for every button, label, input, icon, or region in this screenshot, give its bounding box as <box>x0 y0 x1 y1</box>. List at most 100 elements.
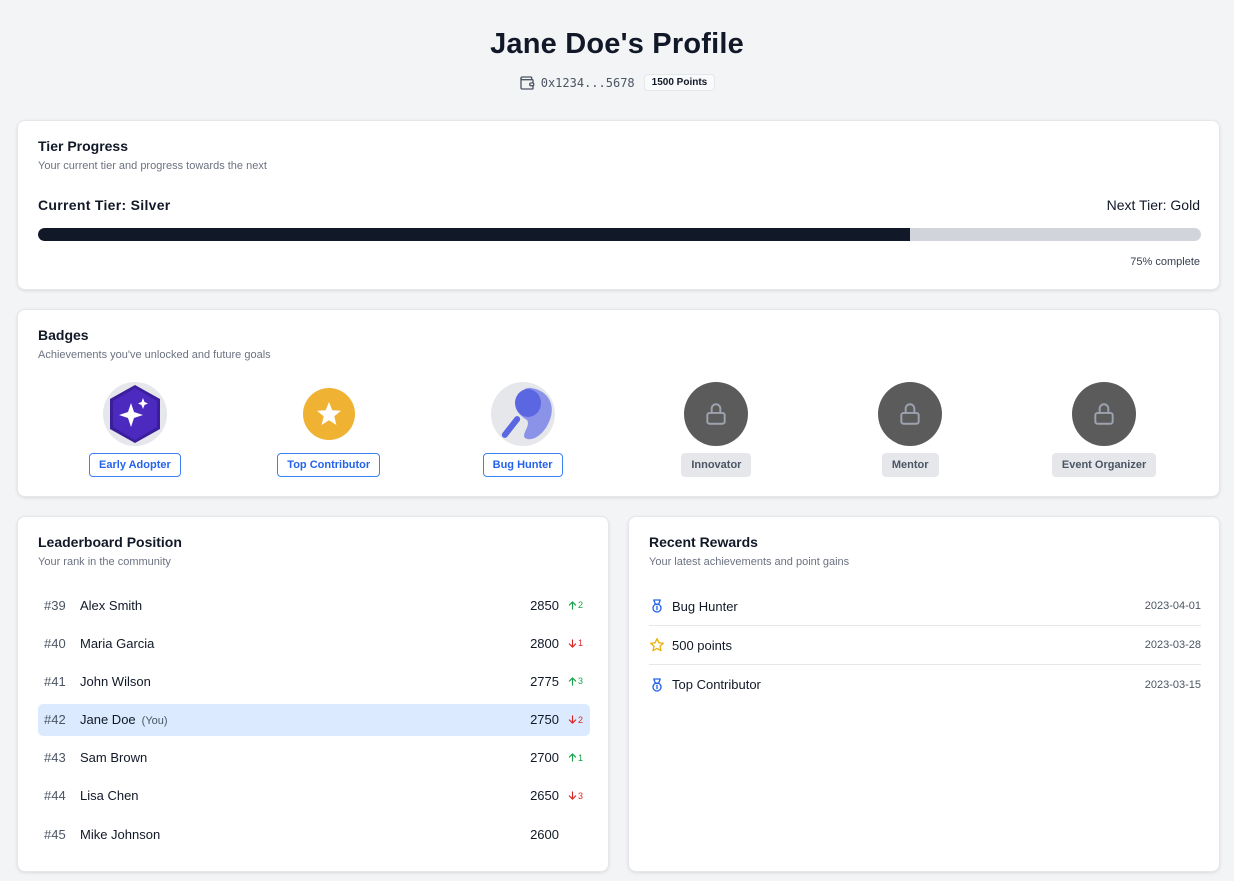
reward-item[interactable]: Bug Hunter 2023-04-01 <box>649 587 1201 626</box>
reward-date: 2023-03-15 <box>1144 678 1201 691</box>
leaderboard-row[interactable]: #45 Mike Johnson 2600 <box>38 818 590 850</box>
next-tier-label: Next Tier: Gold <box>1106 197 1200 213</box>
leaderboard-name-text: Alex Smith <box>80 597 143 613</box>
leaderboard-score: 2700 <box>530 750 559 766</box>
arrow-down-icon <box>568 715 577 724</box>
badge-label: Bug Hunter <box>482 453 563 477</box>
arrow-down-icon <box>568 791 577 801</box>
arrow-down-icon <box>568 639 577 648</box>
profile-header: Jane Doe's Profile 0x1234...5678 1500 Po… <box>0 28 1234 91</box>
leaderboard-name: John Wilson <box>80 674 530 689</box>
leaderboard-row[interactable]: #40 Maria Garcia 2800 1 <box>38 627 590 659</box>
reward-name: Bug Hunter <box>672 598 738 614</box>
leaderboard-row-you[interactable]: #42 Jane Doe (You) 2750 2 <box>38 703 590 736</box>
badge-label: Event Organizer <box>1051 453 1157 477</box>
reward-name: 500 points <box>672 637 732 653</box>
wallet-line: 0x1234...5678 1500 Points <box>0 74 1234 91</box>
current-tier-label: Current Tier: Silver <box>38 197 171 213</box>
page-title: Jane Doe's Profile <box>490 28 744 60</box>
reward-name: Top Contributor <box>672 677 761 692</box>
progress-percent-text: 75% complete <box>1130 256 1200 268</box>
leaderboard-card-subtitle: Your rank in the community <box>38 556 171 568</box>
tier-card-subtitle: Your current tier and progress towards t… <box>38 160 267 172</box>
badges-card-subtitle: Achievements you've unlocked and future … <box>38 349 271 361</box>
magnifier-icon <box>490 382 555 446</box>
leaderboard-rank: #40 <box>44 635 66 651</box>
badge-mentor[interactable]: Mentor <box>813 382 1007 477</box>
rank-change: 2 <box>559 715 583 725</box>
leaderboard-score: 2650 <box>530 788 559 804</box>
leaderboard-name-text: Mike Johnson <box>80 826 161 842</box>
leaderboard-name-text: John Wilson <box>80 673 151 689</box>
leaderboard-rank: #42 <box>44 712 66 728</box>
badges-card: Badges Achievements you've unlocked and … <box>17 309 1220 497</box>
leaderboard-score: 2750 <box>530 712 559 728</box>
reward-item[interactable]: 500 points 2023-03-28 <box>649 626 1201 665</box>
rank-change-value: 3 <box>577 676 583 687</box>
leaderboard-rank: #41 <box>44 673 66 689</box>
leaderboard-score: 2800 <box>530 635 559 651</box>
leaderboard-score: 2775 <box>530 673 559 689</box>
leaderboard-name-text: Maria Garcia <box>80 635 155 651</box>
rank-change-value: 1 <box>577 638 583 649</box>
leaderboard-name-text: Lisa Chen <box>80 788 139 804</box>
badge-innovator[interactable]: Innovator <box>619 382 813 477</box>
rank-change-value: 1 <box>577 752 583 763</box>
leaderboard-rank: #43 <box>44 750 66 766</box>
tier-progress-bar <box>38 228 1201 241</box>
badge-label: Mentor <box>881 453 939 477</box>
star-icon <box>297 382 361 446</box>
points-badge: 1500 Points <box>643 74 716 91</box>
sparkles-hexagon-icon <box>102 382 167 446</box>
badge-bug-hunter[interactable]: Bug Hunter <box>426 382 620 477</box>
reward-item[interactable]: Top Contributor 2023-03-15 <box>649 665 1201 704</box>
tier-card-title: Tier Progress <box>38 138 129 154</box>
badges-card-title: Badges <box>38 327 89 343</box>
reward-date: 2023-03-28 <box>1144 639 1201 651</box>
reward-date: 2023-04-01 <box>1144 600 1201 612</box>
wallet-icon <box>520 75 535 90</box>
badge-label: Innovator <box>681 453 752 477</box>
leaderboard-list: #39 Alex Smith 2850 2 #40 Maria Garcia 2800 1 #4… <box>38 589 590 856</box>
leaderboard-name: Mike Johnson <box>80 827 530 842</box>
badge-early-adopter[interactable]: Early Adopter <box>38 382 232 477</box>
rank-change: 3 <box>559 676 583 686</box>
rank-change: 1 <box>559 638 583 648</box>
rewards-card-subtitle: Your latest achievements and point gains <box>649 556 850 568</box>
leaderboard-rank: #45 <box>44 826 66 842</box>
tier-progress-fill <box>38 228 911 241</box>
lock-icon <box>878 382 943 446</box>
lock-icon <box>684 382 749 446</box>
leaderboard-name: Jane Doe (You) <box>80 712 530 727</box>
leaderboard-card-title: Leaderboard Position <box>38 534 182 550</box>
you-label: (You) <box>141 715 168 728</box>
medal-icon <box>649 598 665 614</box>
recent-rewards-card: Recent Rewards Your latest achievements … <box>628 516 1220 872</box>
leaderboard-row[interactable]: #39 Alex Smith 2850 2 <box>38 589 590 621</box>
leaderboard-score: 2850 <box>530 597 559 613</box>
badge-label: Early Adopter <box>89 453 181 477</box>
rank-change: 3 <box>559 791 583 801</box>
rank-change-value: 2 <box>577 600 583 610</box>
badge-label: Top Contributor <box>277 453 381 477</box>
rank-change: 2 <box>559 600 583 610</box>
rewards-list: Bug Hunter 2023-04-01 500 points 2023-03-28… <box>649 587 1201 704</box>
wallet-address: 0x1234...5678 <box>540 75 635 90</box>
rank-change-value: 2 <box>577 714 583 725</box>
leaderboard-rank: #44 <box>44 788 66 804</box>
leaderboard-name: Sam Brown <box>80 750 530 765</box>
star-icon <box>649 637 665 653</box>
leaderboard-card: Leaderboard Position Your rank in the co… <box>17 516 609 872</box>
badge-event-organizer[interactable]: Event Organizer <box>1007 382 1201 477</box>
lock-icon <box>1072 382 1137 446</box>
leaderboard-row[interactable]: #44 Lisa Chen 2650 3 <box>38 780 590 812</box>
leaderboard-rank: #39 <box>44 597 66 613</box>
arrow-up-icon <box>568 677 577 686</box>
leaderboard-name: Lisa Chen <box>80 788 530 803</box>
badge-top-contributor[interactable]: Top Contributor <box>232 382 426 477</box>
leaderboard-row[interactable]: #41 John Wilson 2775 3 <box>38 665 590 697</box>
leaderboard-row[interactable]: #43 Sam Brown 2700 1 <box>38 742 590 774</box>
badges-row: Early Adopter Top Contributor Bug Hunter <box>38 382 1201 477</box>
leaderboard-name-text: Sam Brown <box>80 750 148 766</box>
leaderboard-name: Maria Garcia <box>80 636 530 651</box>
